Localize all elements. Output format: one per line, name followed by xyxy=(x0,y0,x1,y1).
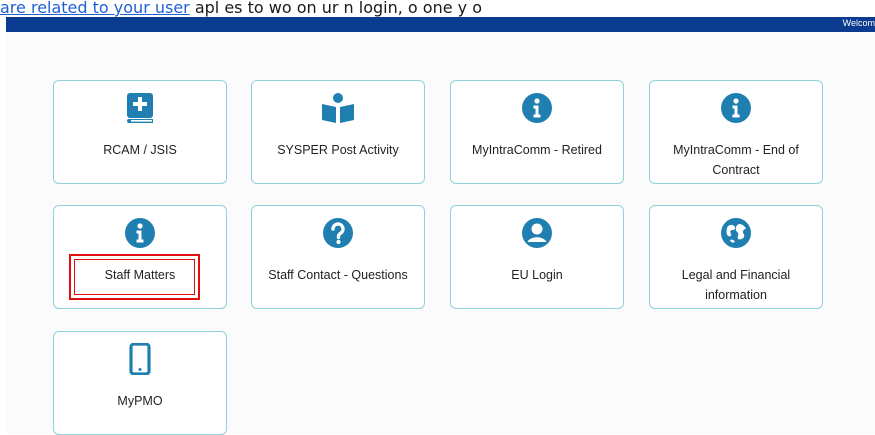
medical-book-icon xyxy=(54,91,226,125)
info-icon xyxy=(451,91,623,125)
tiles-page: RCAM / JSIS SYSPER Post Activity MyIntra… xyxy=(6,32,875,435)
tile-label: Legal and Financial information xyxy=(681,268,791,302)
tile-legal-financial-information[interactable]: Legal and Financial information xyxy=(649,205,823,309)
top-text: apl es to wo on ur n login, o one y o xyxy=(189,0,482,17)
tile-label: MyIntraComm - Retired xyxy=(472,143,602,157)
tile-label: Staff Contact - Questions xyxy=(268,268,408,282)
question-icon xyxy=(252,216,424,250)
tile-mypmo[interactable]: MyPMO xyxy=(53,331,227,435)
mobile-icon xyxy=(54,342,226,376)
top-link[interactable]: are related to your user xyxy=(0,0,190,17)
info-icon xyxy=(54,216,226,250)
globe-icon xyxy=(650,216,822,250)
staff-matters-highlight-inner xyxy=(74,259,195,295)
tile-label: RCAM / JSIS xyxy=(103,143,177,157)
info-icon xyxy=(650,91,822,125)
tile-label: SYSPER Post Activity xyxy=(277,143,399,157)
tile-eu-login[interactable]: EU Login xyxy=(450,205,624,309)
tile-label: MyIntraComm - End of Contract xyxy=(673,143,799,177)
person-reading-icon xyxy=(252,91,424,125)
tile-rcam-jsis[interactable]: RCAM / JSIS xyxy=(53,80,227,184)
tile-label: MyPMO xyxy=(117,394,163,408)
tile-label: EU Login xyxy=(511,268,563,282)
tile-myintracomm-retired[interactable]: MyIntraComm - Retired xyxy=(450,80,624,184)
welcome-text: Welcom xyxy=(842,18,875,28)
tile-staff-contact-questions[interactable]: Staff Contact - Questions xyxy=(251,205,425,309)
user-icon xyxy=(451,216,623,250)
tile-sysper-post-activity[interactable]: SYSPER Post Activity xyxy=(251,80,425,184)
header-bar: Welcom xyxy=(6,17,875,32)
tile-myintracomm-end-of-contract[interactable]: MyIntraComm - End of Contract xyxy=(649,80,823,184)
